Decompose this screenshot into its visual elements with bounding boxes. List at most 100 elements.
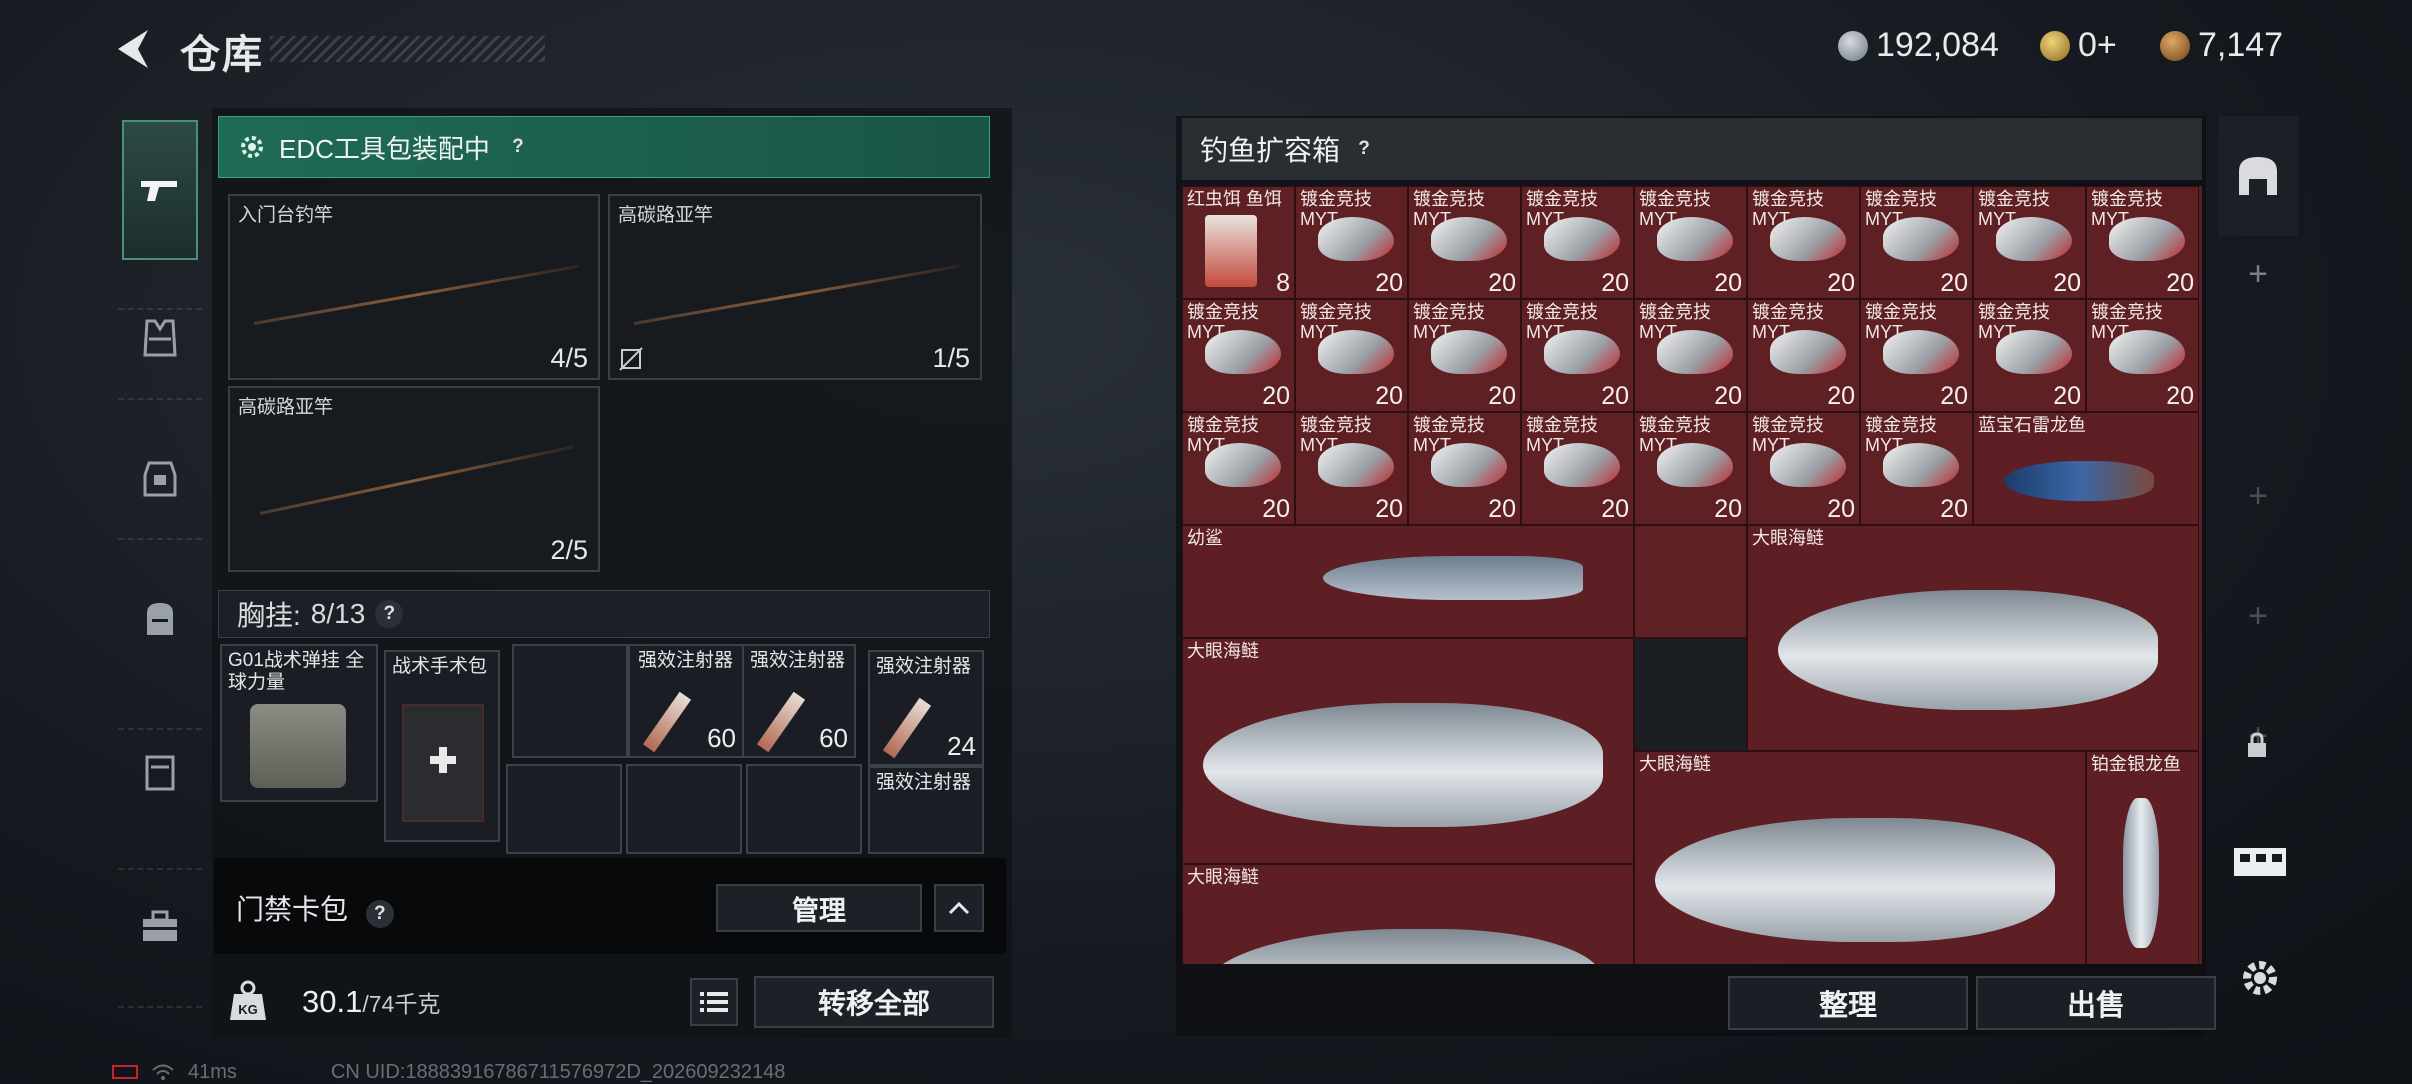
chest-rig-item[interactable]: G01战术弹挂 全球力量 (220, 644, 378, 802)
chest-rig-label: 胸挂: (237, 600, 301, 631)
lure-item[interactable]: 镀金竞技 MYT 20 (1521, 299, 1634, 412)
lure-item[interactable]: 镀金竞技 MYT 20 (1182, 412, 1295, 525)
lure-item[interactable]: 镀金竞技 MYT 20 (1973, 186, 2086, 299)
lure-item[interactable]: 镀金竞技 MYT 20 (2086, 299, 2199, 412)
tackle-box-icon (2234, 848, 2286, 876)
sort-button[interactable]: 整理 (1728, 976, 1968, 1030)
empty-slot[interactable] (626, 764, 742, 854)
title-decoration (270, 36, 545, 62)
rod-slot-2-label: 高碳路亚竿 (618, 205, 714, 226)
lure-item[interactable]: 镀金竞技 MYT 20 (1182, 299, 1295, 412)
injector-item[interactable]: 强效注射器 (868, 766, 984, 854)
edc-status-banner[interactable]: EDC工具包装配中 ? (218, 116, 990, 178)
lure-item[interactable]: 镀金竞技 MYT 20 (1747, 412, 1860, 525)
item-label: 铂金银龙鱼 (2091, 754, 2181, 774)
fish-juvenile-shark[interactable]: 幼鲨 (1182, 525, 1634, 638)
lure-item[interactable]: 镀金竞技 MYT 20 (1860, 299, 1973, 412)
item-count: 20 (1714, 495, 1742, 523)
fish-sapphire-snakehead[interactable]: 蓝宝石雷龙鱼 (1973, 412, 2199, 525)
list-icon (700, 992, 728, 1012)
injector-item[interactable]: 强效注射器 24 (868, 650, 984, 766)
nav-case[interactable] (124, 736, 196, 808)
lure-image (1318, 217, 1394, 261)
edc-banner-text: EDC工具包装配中 (279, 133, 490, 164)
lure-item[interactable]: 镀金竞技 MYT 20 (1408, 186, 1521, 299)
collapse-button[interactable] (934, 884, 984, 932)
item-label: G01战术弹挂 全球力量 (228, 650, 365, 693)
fish-tarpon[interactable]: 大眼海鲢 (1634, 751, 2086, 964)
item-count: 20 (1262, 495, 1290, 523)
nav-safehouse[interactable] (2218, 116, 2298, 236)
lure-image (1996, 217, 2072, 261)
lure-item[interactable]: 镀金竞技 MYT 20 (1295, 412, 1408, 525)
add-container-button[interactable]: + (2218, 586, 2298, 646)
rod-slot-1[interactable]: 入门台钓竿 4/5 (228, 194, 600, 380)
nav-vest[interactable] (124, 302, 196, 374)
empty-slot[interactable] (1634, 638, 1747, 751)
weight-icon: KG (226, 978, 270, 1024)
lure-item[interactable]: 镀金竞技 MYT 20 (1521, 186, 1634, 299)
surgery-kit-item[interactable]: 战术手术包 (384, 650, 500, 842)
fishing-rod-image (259, 445, 574, 515)
lure-image (1205, 330, 1281, 374)
help-icon[interactable]: ? (504, 133, 532, 161)
injector-item[interactable]: 强效注射器 60 (742, 644, 856, 758)
lure-item[interactable]: 镀金竞技 MYT 20 (1408, 412, 1521, 525)
nav-armor[interactable] (124, 442, 196, 514)
empty-slot[interactable] (506, 764, 622, 854)
lock-button[interactable] (2232, 720, 2282, 770)
transfer-all-button[interactable]: 转移全部 (754, 976, 994, 1028)
lure-item[interactable]: 镀金竞技 MYT 20 (1634, 412, 1747, 525)
back-button[interactable] (110, 24, 160, 74)
empty-slot[interactable] (1634, 525, 1747, 638)
lure-item[interactable]: 镀金竞技 MYT 20 (1634, 299, 1747, 412)
fish-tarpon[interactable]: 大眼海鲢 (1747, 525, 2199, 751)
add-container-button[interactable]: + (2218, 466, 2298, 526)
item-count: 20 (1827, 495, 1855, 523)
fish-image (1203, 929, 1603, 964)
fish-image (2123, 798, 2159, 948)
settings-button[interactable] (2232, 950, 2288, 1006)
help-icon[interactable]: ? (375, 600, 404, 628)
lure-item[interactable]: 镀金竞技 MYT 20 (1295, 186, 1408, 299)
add-container-button[interactable]: + (2218, 244, 2298, 304)
item-label: 大眼海鲢 (1639, 754, 1711, 774)
bait-item[interactable]: 红虫饵 鱼饵 8 (1182, 186, 1295, 299)
rod-slot-2[interactable]: 高碳路亚竿 1/5 (608, 194, 982, 380)
category-nav (112, 108, 204, 1008)
injector-item[interactable]: 强效注射器 60 (628, 644, 744, 758)
empty-slot[interactable] (746, 764, 862, 854)
bronze-coin-icon (2160, 30, 2190, 61)
fishing-box-tab[interactable] (2230, 830, 2290, 890)
rod-slot-3[interactable]: 高碳路亚竿 2/5 (228, 386, 600, 572)
fish-tarpon[interactable]: 大眼海鲢 (1182, 638, 1634, 864)
list-view-button[interactable] (690, 978, 738, 1026)
lure-item[interactable]: 镀金竞技 MYT 20 (1860, 186, 1973, 299)
fish-tarpon[interactable]: 大眼海鲢 (1182, 864, 1634, 964)
lure-image (1318, 443, 1394, 487)
manage-button[interactable]: 管理 (716, 884, 922, 932)
help-icon[interactable]: ? (365, 900, 394, 928)
sell-button[interactable]: 出售 (1976, 976, 2216, 1030)
lure-item[interactable]: 镀金竞技 MYT 20 (1521, 412, 1634, 525)
lure-item[interactable]: 镀金竞技 MYT 20 (2086, 186, 2199, 299)
lure-item[interactable]: 镀金竞技 MYT 20 (1295, 299, 1408, 412)
item-label: 大眼海鲢 (1187, 641, 1259, 661)
empty-slot[interactable] (512, 644, 628, 758)
lure-item[interactable]: 镀金竞技 MYT 20 (1860, 412, 1973, 525)
fish-platinum-arowana[interactable]: 铂金银龙鱼 (2086, 751, 2199, 964)
lure-item[interactable]: 镀金竞技 MYT 20 (1634, 186, 1747, 299)
nav-toolbox[interactable] (124, 890, 196, 962)
item-label: 蓝宝石雷龙鱼 (1978, 415, 2086, 435)
lure-item[interactable]: 镀金竞技 MYT 20 (1408, 299, 1521, 412)
lure-item[interactable]: 镀金竞技 MYT 20 (1747, 186, 1860, 299)
nav-weapons[interactable] (124, 154, 196, 226)
nav-backpack[interactable] (124, 582, 196, 654)
lure-item[interactable]: 镀金竞技 MYT 20 (1973, 299, 2086, 412)
lure-image (1883, 443, 1959, 487)
lure-item[interactable]: 镀金竞技 MYT 20 (1747, 299, 1860, 412)
item-count: 20 (1714, 382, 1742, 410)
page-title: 仓库 (180, 33, 264, 77)
currency-gold[interactable]: 0+ (2040, 26, 2117, 65)
help-icon[interactable]: ? (1350, 135, 1378, 163)
